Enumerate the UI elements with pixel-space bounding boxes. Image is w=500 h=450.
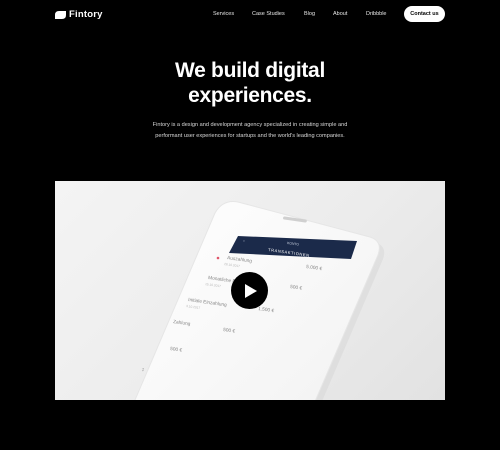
nav-link-dribbble[interactable]: Dribbble [366, 11, 386, 17]
contact-us-button[interactable]: Contact us [404, 6, 445, 22]
hero-title: We build digital experiences. [0, 58, 500, 108]
nav-link-services[interactable]: Services [213, 11, 234, 17]
nav-link-about[interactable]: About [333, 11, 347, 17]
brand-name: Fintory [69, 9, 103, 20]
phone-row-arrow-icon: ↕ [141, 367, 145, 373]
nav-link-blog[interactable]: Blog [304, 11, 315, 17]
fintory-logo-icon [55, 10, 66, 19]
play-icon [245, 283, 257, 298]
hero-title-line-1: We build digital [175, 59, 325, 82]
play-button[interactable] [231, 272, 268, 309]
hero-subtitle: Fintory is a design and development agen… [152, 122, 348, 139]
phone-row-marker-icon [216, 256, 220, 260]
hero-title-line-2: experiences. [188, 84, 312, 107]
nav-link-case-studies[interactable]: Case Studies [252, 11, 285, 17]
brand-logo[interactable]: Fintory [55, 9, 103, 20]
top-navigation: Fintory Services Case Studies Blog About… [0, 0, 500, 30]
